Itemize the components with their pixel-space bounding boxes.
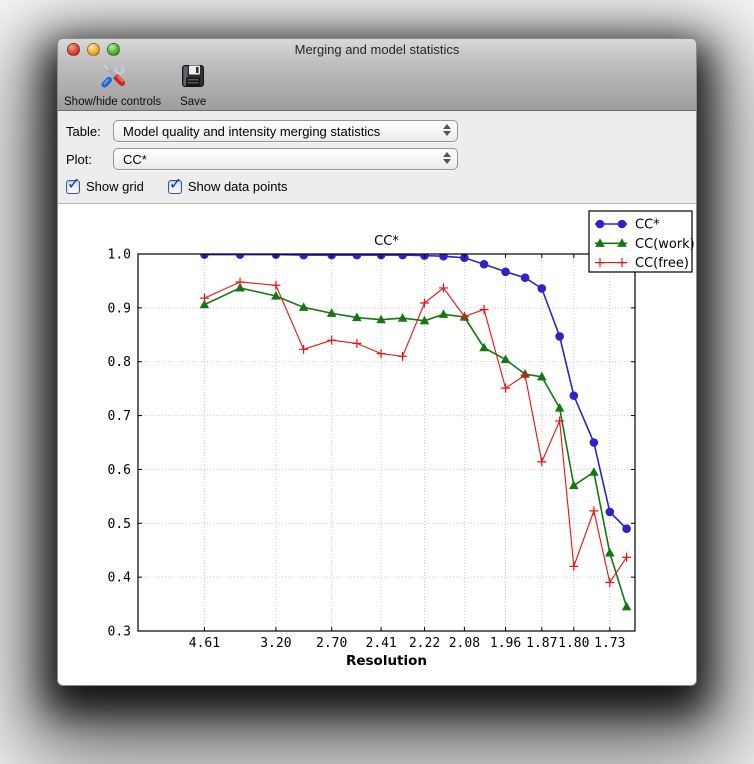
show-hide-controls-button[interactable]: Show/hide controls: [64, 62, 161, 108]
show-grid-checkbox[interactable]: ✓: [66, 174, 80, 194]
axis-ticks: [138, 253, 635, 632]
plot-select-value: CC*: [123, 151, 147, 167]
svg-text:0.3: 0.3: [108, 625, 131, 640]
svg-text:1.87: 1.87: [526, 636, 557, 651]
save-icon: [179, 62, 207, 95]
stepper-arrows-icon: [443, 152, 451, 164]
plot-select[interactable]: CC*: [113, 148, 458, 170]
svg-text:2.41: 2.41: [365, 636, 396, 651]
minimize-button[interactable]: [87, 43, 100, 56]
svg-text:0.5: 0.5: [108, 517, 131, 532]
svg-text:2.70: 2.70: [316, 636, 347, 651]
svg-text:2.08: 2.08: [449, 636, 480, 651]
svg-text:CC(free): CC(free): [635, 256, 689, 271]
title-bar[interactable]: Merging and model statistics: [58, 39, 696, 61]
checkmark-icon: ✓: [67, 173, 81, 193]
svg-text:0.4: 0.4: [108, 571, 132, 586]
toolbar-button-label: Save: [180, 96, 207, 108]
table-label: Table:: [66, 123, 101, 139]
series-ccwork: [199, 282, 632, 611]
series-ccfree: [199, 277, 632, 588]
svg-text:2.22: 2.22: [409, 636, 440, 651]
svg-text:0.8: 0.8: [108, 355, 131, 370]
toolbar: Show/hide controls Save: [58, 61, 696, 111]
x-tick-labels: 4.61 3.20 2.70 2.41 2.22 2.08 1.96 1.87 1.80 1.73: [189, 636, 626, 651]
checkmark-icon: ✓: [168, 173, 183, 193]
tools-icon: [99, 62, 127, 95]
chart-region: 4.61 3.20 2.70 2.41 2.22 2.08 1.96 1.87 1.80 1.73…: [58, 204, 696, 685]
chart-legend: CC* CC(work) CC(free): [588, 210, 695, 273]
show-grid-label: Show grid: [86, 179, 144, 194]
svg-text:1.80: 1.80: [558, 636, 589, 651]
toolbar-button-label: Show/hide controls: [64, 96, 162, 108]
table-select-value: Model quality and intensity merging stat…: [123, 123, 381, 139]
grid-lines: [138, 254, 635, 631]
table-select[interactable]: Model quality and intensity merging stat…: [113, 120, 458, 142]
show-data-points-checkbox[interactable]: ✓: [167, 174, 182, 194]
plot-label: Plot:: [66, 151, 93, 167]
svg-text:1.73: 1.73: [594, 636, 625, 651]
window-title: Merging and model statistics: [294, 42, 460, 57]
y-tick-labels: 1.0 0.9 0.8 0.7 0.6 0.5 0.4 0.3: [108, 248, 132, 640]
plot-frame: [137, 253, 636, 632]
stepper-arrows-icon: [443, 124, 451, 136]
svg-text:4.61: 4.61: [189, 636, 220, 651]
svg-text:1.0: 1.0: [108, 248, 131, 263]
controls-panel: Table: Model quality and intensity mergi…: [58, 111, 696, 204]
close-button[interactable]: [67, 43, 80, 56]
svg-text:0.6: 0.6: [108, 463, 131, 478]
chart-title: CC*: [374, 234, 399, 249]
svg-text:0.7: 0.7: [108, 409, 131, 424]
app-window: Merging and model statistics Show/hide c…: [57, 38, 697, 686]
x-axis-label: Resolution: [346, 653, 427, 669]
zoom-button[interactable]: [107, 43, 120, 56]
svg-text:1.96: 1.96: [490, 636, 521, 651]
svg-text:CC*: CC*: [635, 218, 660, 233]
svg-text:0.9: 0.9: [108, 301, 131, 316]
statistics-chart: 4.61 3.20 2.70 2.41 2.22 2.08 1.96 1.87 1.80 1.73…: [108, 210, 695, 669]
show-data-points-label: Show data points: [187, 179, 288, 194]
svg-text:CC(work): CC(work): [635, 237, 695, 252]
save-button[interactable]: Save: [179, 62, 207, 108]
svg-text:3.20: 3.20: [260, 636, 291, 651]
